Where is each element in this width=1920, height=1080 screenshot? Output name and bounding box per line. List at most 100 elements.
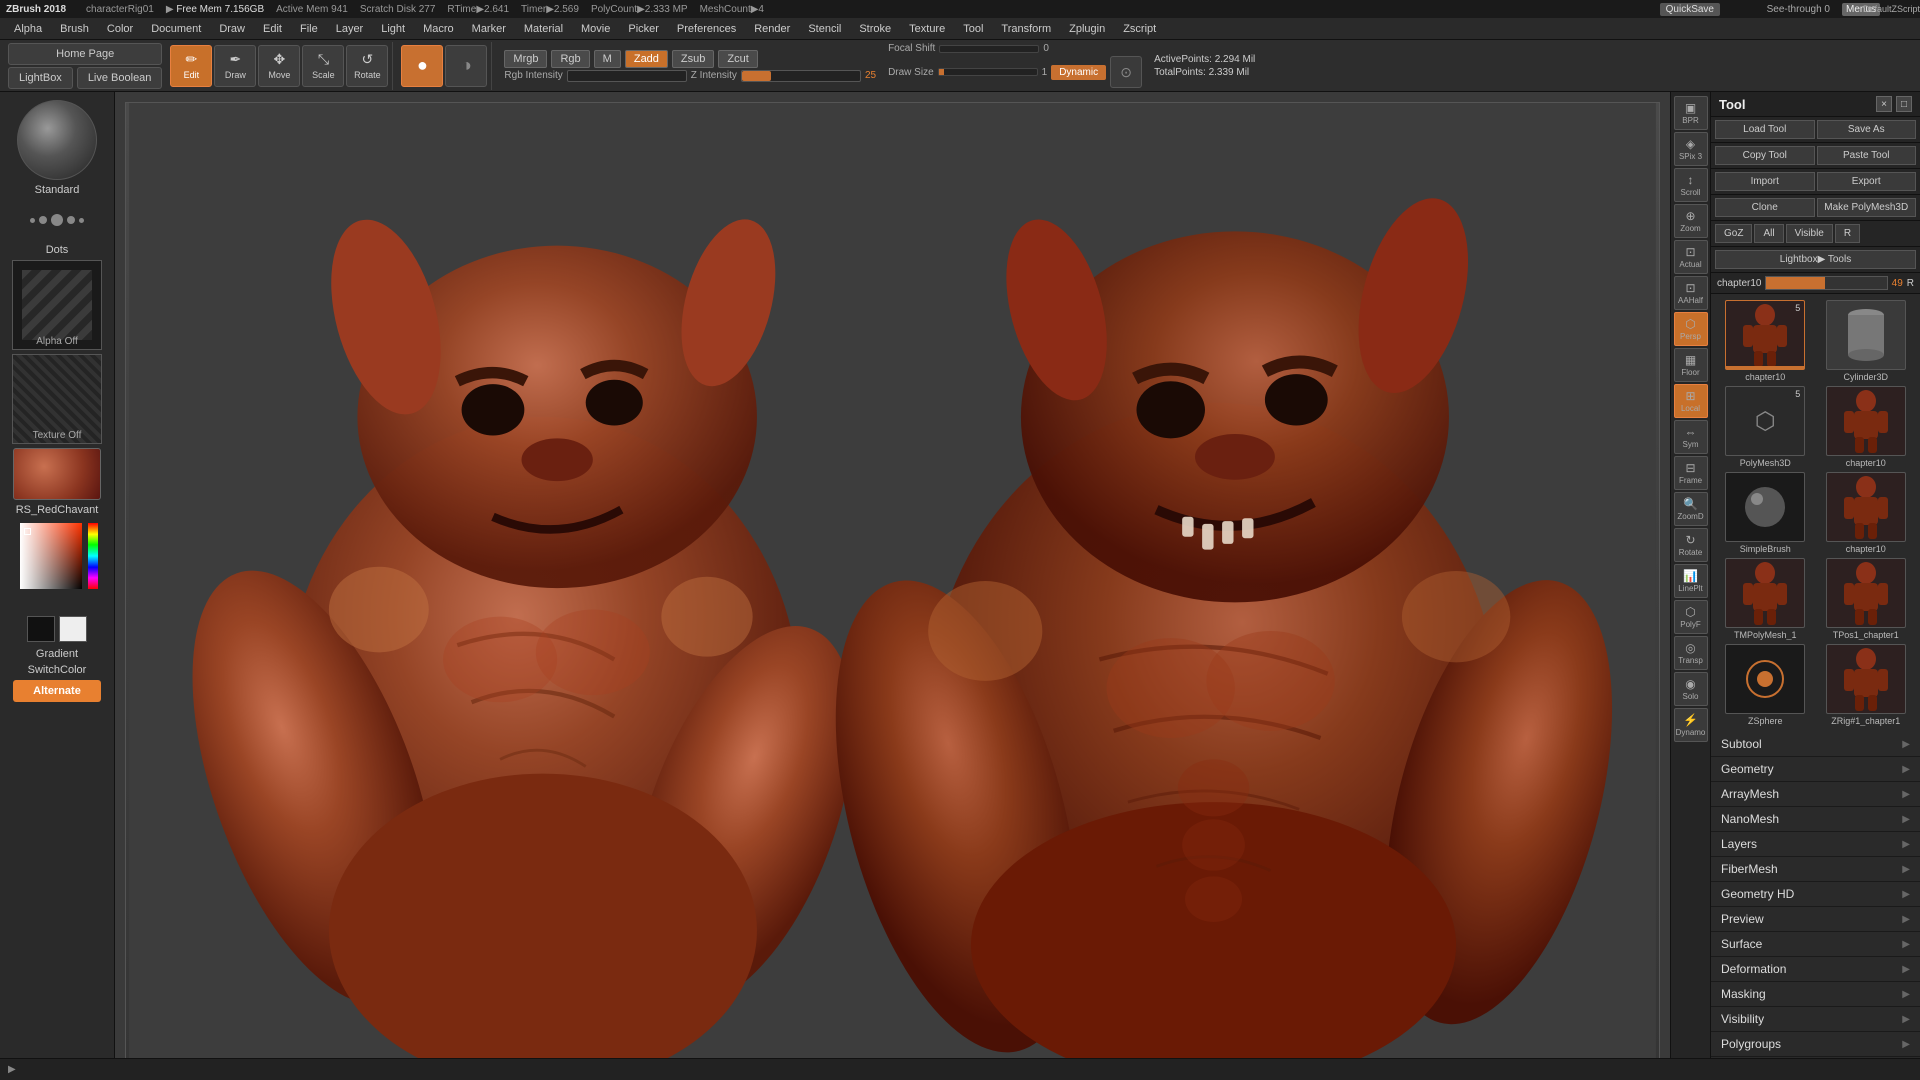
menu-item-color[interactable]: Color xyxy=(99,21,141,37)
lightbox-tools-button[interactable]: Lightbox▶ Tools xyxy=(1715,250,1916,269)
clone-button[interactable]: Clone xyxy=(1715,198,1815,217)
mini-toolbar-actual-button[interactable]: ⊡Actual xyxy=(1674,240,1708,274)
move-button[interactable]: ✥ Move xyxy=(258,45,300,87)
menu-item-brush[interactable]: Brush xyxy=(52,21,97,37)
lightbox-button[interactable]: LightBox xyxy=(8,67,73,89)
menu-item-alpha[interactable]: Alpha xyxy=(6,21,50,37)
mesh-item-3[interactable]: chapter10 xyxy=(1818,386,1915,468)
tool-maximize-icon[interactable]: □ xyxy=(1896,96,1912,112)
rotate-button[interactable]: ↺ Rotate xyxy=(346,45,388,87)
menu-item-document[interactable]: Document xyxy=(143,21,209,37)
quick-save-button[interactable]: QuickSave xyxy=(1660,3,1720,16)
mini-toolbar-polyf-button[interactable]: ⬡PolyF xyxy=(1674,600,1708,634)
tool-menu-subtool[interactable]: Subtool▶ xyxy=(1711,732,1920,757)
z-intensity-slider[interactable] xyxy=(741,70,861,82)
tool-menu-visibility[interactable]: Visibility▶ xyxy=(1711,1007,1920,1032)
mini-toolbar-local-button[interactable]: ⊞Local xyxy=(1674,384,1708,418)
make-polymesh-button[interactable]: Make PolyMesh3D xyxy=(1817,198,1917,217)
hue-strip[interactable] xyxy=(88,523,98,589)
color-picker[interactable] xyxy=(12,520,102,610)
focal-shift-slider[interactable] xyxy=(939,45,1039,53)
see-through-control[interactable]: See-through 0 xyxy=(1767,4,1830,15)
menu-item-stencil[interactable]: Stencil xyxy=(800,21,849,37)
import-button-top[interactable]: Import xyxy=(1715,172,1815,191)
mini-toolbar-bpr-button[interactable]: ▣BPR xyxy=(1674,96,1708,130)
mrgb-button[interactable]: Mrgb xyxy=(504,50,547,68)
mini-toolbar-solo-button[interactable]: ◉Solo xyxy=(1674,672,1708,706)
material-button[interactable]: ◑ xyxy=(445,45,487,87)
all-button[interactable]: All xyxy=(1754,224,1783,243)
edit-button[interactable]: ✏ Edit xyxy=(170,45,212,87)
mesh-item-8[interactable]: ZSphere xyxy=(1717,644,1814,726)
tool-menu-fibermesh[interactable]: FiberMesh▶ xyxy=(1711,857,1920,882)
menu-item-draw[interactable]: Draw xyxy=(211,21,253,37)
mini-toolbar-aahalf-button[interactable]: ⊡AAHalf xyxy=(1674,276,1708,310)
goz-button[interactable]: GoZ xyxy=(1715,224,1752,243)
menu-item-preferences[interactable]: Preferences xyxy=(669,21,744,37)
sphere-mode-button[interactable]: ● xyxy=(401,45,443,87)
menu-item-zscript[interactable]: Zscript xyxy=(1115,21,1164,37)
mini-toolbar-scroll-button[interactable]: ↕Scroll xyxy=(1674,168,1708,202)
black-swatch[interactable] xyxy=(27,616,55,642)
tool-menu-masking[interactable]: Masking▶ xyxy=(1711,982,1920,1007)
menu-item-edit[interactable]: Edit xyxy=(255,21,290,37)
load-tool-button[interactable]: Load Tool xyxy=(1715,120,1815,139)
dots-preview[interactable] xyxy=(17,200,97,240)
alpha-preview[interactable]: Alpha Off xyxy=(12,260,102,350)
menu-item-light[interactable]: Light xyxy=(373,21,413,37)
white-swatch[interactable] xyxy=(59,616,87,642)
mini-toolbar-zoomd-button[interactable]: 🔍ZoomD xyxy=(1674,492,1708,526)
menu-item-movie[interactable]: Movie xyxy=(573,21,618,37)
mesh-item-0[interactable]: 5chapter10 xyxy=(1717,300,1814,382)
tool-menu-deformation[interactable]: Deformation▶ xyxy=(1711,957,1920,982)
tool-menu-surface[interactable]: Surface▶ xyxy=(1711,932,1920,957)
tool-menu-polygroups[interactable]: Polygroups▶ xyxy=(1711,1032,1920,1057)
mesh-item-5[interactable]: chapter10 xyxy=(1818,472,1915,554)
m-button[interactable]: M xyxy=(594,50,621,68)
rgb-button[interactable]: Rgb xyxy=(551,50,589,68)
mesh-item-7[interactable]: TPos1_chapter1 xyxy=(1818,558,1915,640)
export-button-top[interactable]: Export xyxy=(1817,172,1917,191)
mesh-item-9[interactable]: ZRig#1_chapter1 xyxy=(1818,644,1915,726)
mini-toolbar-transp-button[interactable]: ◎Transp xyxy=(1674,636,1708,670)
menu-item-transform[interactable]: Transform xyxy=(993,21,1059,37)
tool-menu-geometry[interactable]: Geometry▶ xyxy=(1711,757,1920,782)
chapter-slider[interactable] xyxy=(1765,276,1887,290)
texture-preview[interactable]: Texture Off xyxy=(12,354,102,444)
mini-toolbar-dynamo-button[interactable]: ⚡Dynamo xyxy=(1674,708,1708,742)
paste-tool-button[interactable]: Paste Tool xyxy=(1817,146,1917,165)
mini-toolbar-rotate-button[interactable]: ↻Rotate xyxy=(1674,528,1708,562)
menu-item-layer[interactable]: Layer xyxy=(328,21,372,37)
tool-close-icon[interactable]: × xyxy=(1876,96,1892,112)
mesh-item-1[interactable]: Cylinder3D xyxy=(1818,300,1915,382)
draw-size-slider[interactable] xyxy=(938,68,1038,76)
mini-toolbar-lineplt-button[interactable]: 📊LinePlt xyxy=(1674,564,1708,598)
mesh-item-4[interactable]: SimpleBrush xyxy=(1717,472,1814,554)
menu-item-texture[interactable]: Texture xyxy=(901,21,953,37)
menu-item-marker[interactable]: Marker xyxy=(464,21,514,37)
mini-toolbar-zoom-button[interactable]: ⊕Zoom xyxy=(1674,204,1708,238)
mini-toolbar-frame-button[interactable]: ⊟Frame xyxy=(1674,456,1708,490)
menu-item-file[interactable]: File xyxy=(292,21,326,37)
menu-item-macro[interactable]: Macro xyxy=(415,21,462,37)
visible-button[interactable]: Visible xyxy=(1786,224,1833,243)
mini-toolbar-spix-button[interactable]: ◈SPix 3 xyxy=(1674,132,1708,166)
zcut-button[interactable]: Zcut xyxy=(718,50,757,68)
alternate-button[interactable]: Alternate xyxy=(13,680,101,702)
mini-toolbar-sym-button[interactable]: ⇔Sym xyxy=(1674,420,1708,454)
tool-menu-geometry-hd[interactable]: Geometry HD▶ xyxy=(1711,882,1920,907)
tool-menu-layers[interactable]: Layers▶ xyxy=(1711,832,1920,857)
tool-menu-arraymesh[interactable]: ArrayMesh▶ xyxy=(1711,782,1920,807)
menu-item-tool[interactable]: Tool xyxy=(955,21,991,37)
save-as-button[interactable]: Save As xyxy=(1817,120,1917,139)
menu-item-render[interactable]: Render xyxy=(746,21,798,37)
dynamic-icon-button[interactable]: ⊙ xyxy=(1110,56,1142,88)
draw-button[interactable]: ✒ Draw xyxy=(214,45,256,87)
home-page-button[interactable]: Home Page xyxy=(8,43,162,65)
rgb-intensity-slider[interactable] xyxy=(567,70,687,82)
dynamic-button[interactable]: Dynamic xyxy=(1051,65,1106,80)
canvas-area[interactable] xyxy=(115,92,1670,1080)
mini-toolbar-persp-button[interactable]: ⬡Persp xyxy=(1674,312,1708,346)
menu-item-material[interactable]: Material xyxy=(516,21,571,37)
mesh-item-6[interactable]: TMPolyMesh_1 xyxy=(1717,558,1814,640)
